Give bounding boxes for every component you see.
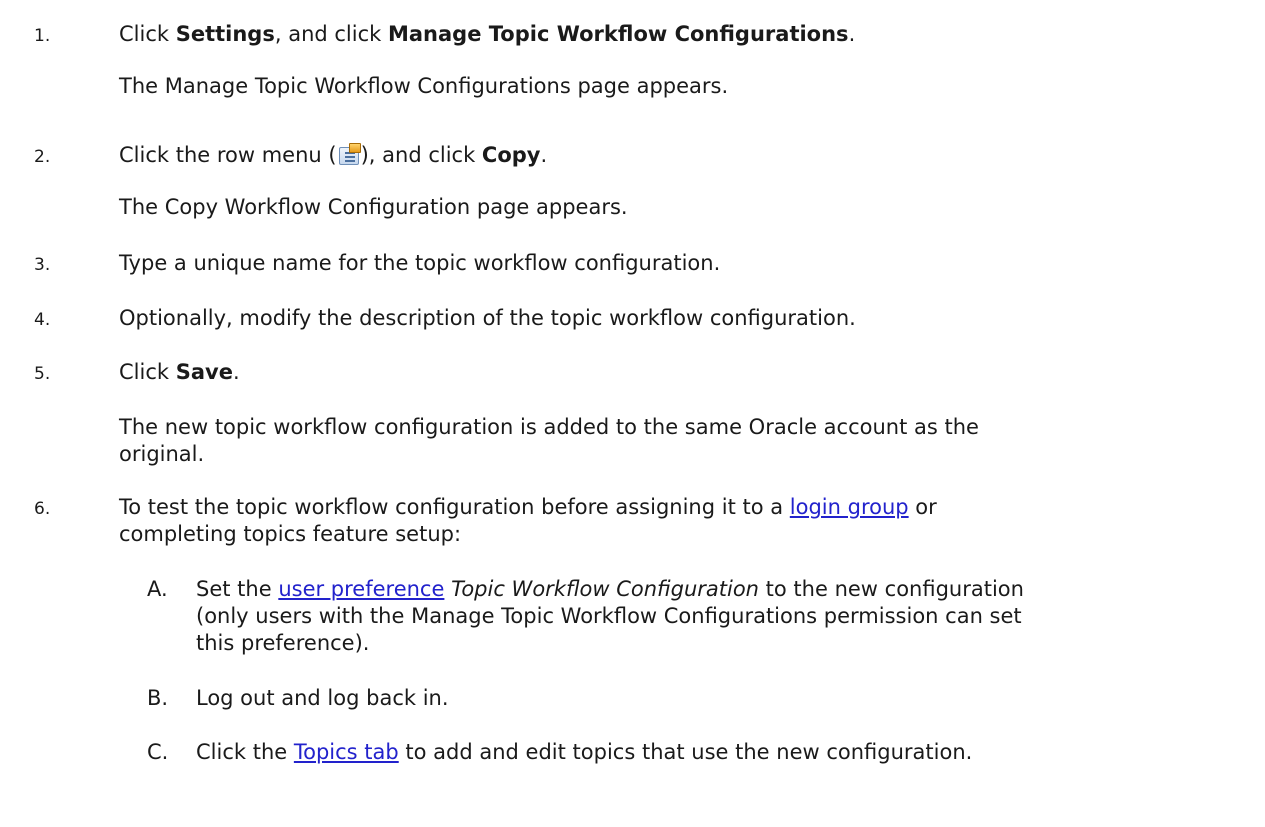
step-number: 1.: [34, 26, 51, 46]
step-text: Click: [119, 360, 176, 384]
step-text: To test the topic workflow configuration…: [119, 495, 790, 519]
step-text: .: [540, 143, 548, 167]
substep-letter: A.: [147, 577, 168, 601]
step-text: .: [232, 360, 240, 384]
step-text: Click the row menu (: [119, 143, 337, 167]
step-text: to add and edit topics that use the new …: [398, 740, 973, 764]
step-1-result: The Manage Topic Workflow Configurations…: [119, 74, 729, 98]
step-6-instruction-line-2: completing topics feature setup:: [119, 522, 462, 546]
step-5-result-line-2: original.: [119, 442, 205, 466]
substep-a-line-2: (only users with the Manage Topic Workfl…: [196, 604, 1022, 628]
step-number: 5.: [34, 364, 51, 384]
preference-name: Topic Workflow Configuration: [451, 577, 759, 601]
step-6-instruction-line-1: To test the topic workflow configuration…: [119, 493, 937, 521]
substep-letter: C.: [147, 740, 169, 764]
step-5-instruction: Click Save.: [119, 358, 240, 386]
save-ui-term: Save: [175, 360, 233, 384]
row-menu-icon: [338, 143, 361, 165]
step-number: 2.: [34, 147, 51, 167]
step-text: .: [848, 22, 856, 46]
procedure-document: 1. Click Settings, and click Manage Topi…: [0, 0, 1265, 827]
copy-ui-term: Copy: [481, 143, 541, 167]
substep-a-line-3: this preference).: [196, 631, 370, 655]
substep-letter: B.: [147, 686, 169, 710]
settings-ui-term: Settings: [175, 22, 275, 46]
topics-tab-link[interactable]: Topics tab: [294, 740, 399, 764]
step-text: Click the: [196, 740, 294, 764]
step-1-instruction: Click Settings, and click Manage Topic W…: [119, 20, 855, 48]
step-text: or: [908, 495, 937, 519]
step-number: 6.: [34, 499, 51, 519]
step-2-instruction: Click the row menu ( ), and click Copy.: [119, 141, 547, 169]
step-text: to the new configuration: [759, 577, 1024, 601]
step-5-result-line-1: The new topic workflow configuration is …: [119, 415, 979, 439]
step-4-instruction: Optionally, modify the description of th…: [119, 306, 856, 330]
step-text: Click: [119, 22, 176, 46]
step-text: Set the: [196, 577, 279, 601]
step-number: 3.: [34, 255, 51, 275]
substep-b-text: Log out and log back in.: [196, 686, 449, 710]
login-group-link[interactable]: login group: [790, 495, 909, 519]
substep-a-line-1: Set the user preference Topic Workflow C…: [196, 575, 1236, 603]
manage-topic-workflow-ui-term: Manage Topic Workflow Configurations: [387, 22, 849, 46]
step-number: 4.: [34, 310, 51, 330]
step-text: ), and click: [360, 143, 482, 167]
step-2-result: The Copy Workflow Configuration page app…: [119, 195, 628, 219]
user-preference-link[interactable]: user preference: [278, 577, 444, 601]
step-3-instruction: Type a unique name for the topic workflo…: [119, 251, 721, 275]
substep-c-text: Click the Topics tab to add and edit top…: [196, 738, 1236, 766]
step-text: , and click: [274, 22, 388, 46]
